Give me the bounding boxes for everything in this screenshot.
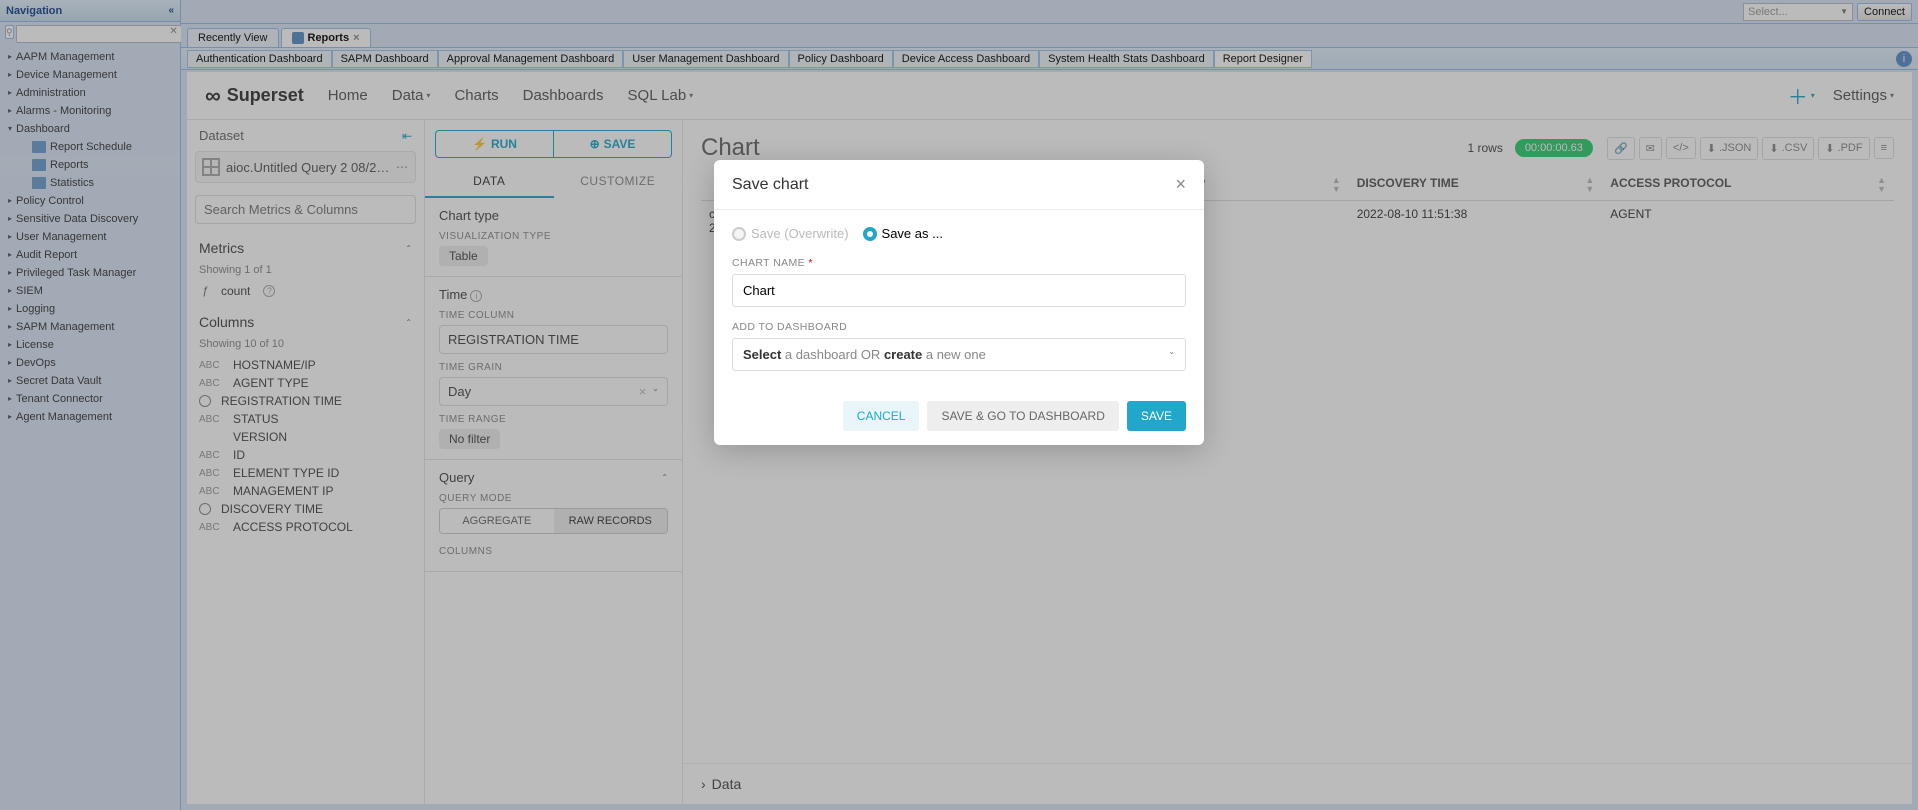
save-confirm-button[interactable]: SAVE [1127,401,1186,431]
radio-save-as-label: Save as ... [882,226,943,241]
modal-overlay: Save chart × Save (Overwrite) Save as ..… [0,0,1918,810]
save-chart-modal: Save chart × Save (Overwrite) Save as ..… [714,160,1204,445]
radio-on-icon [863,227,877,241]
save-goto-dashboard-button[interactable]: SAVE & GO TO DASHBOARD [927,401,1118,431]
radio-overwrite-label: Save (Overwrite) [751,226,849,241]
chevron-down-icon: ⌄ [1168,347,1175,362]
modal-body: Save (Overwrite) Save as ... CHART NAME … [714,210,1204,387]
radio-overwrite[interactable]: Save (Overwrite) [732,226,849,241]
save-mode-radios: Save (Overwrite) Save as ... [732,226,1186,241]
close-icon[interactable]: × [1175,174,1186,195]
dashboard-select-placeholder: Select a dashboard OR create a new one [743,347,986,362]
modal-footer: CANCEL SAVE & GO TO DASHBOARD SAVE [714,387,1204,445]
radio-save-as[interactable]: Save as ... [863,226,943,241]
modal-title: Save chart [732,176,808,194]
chart-name-label: CHART NAME * [732,257,1186,269]
chart-name-input[interactable] [732,274,1186,307]
add-to-dashboard-label: ADD TO DASHBOARD [732,321,1186,333]
add-to-dashboard-select[interactable]: Select a dashboard OR create a new one ⌄ [732,338,1186,371]
cancel-button[interactable]: CANCEL [843,401,920,431]
modal-header: Save chart × [714,160,1204,210]
radio-off-icon [732,227,746,241]
